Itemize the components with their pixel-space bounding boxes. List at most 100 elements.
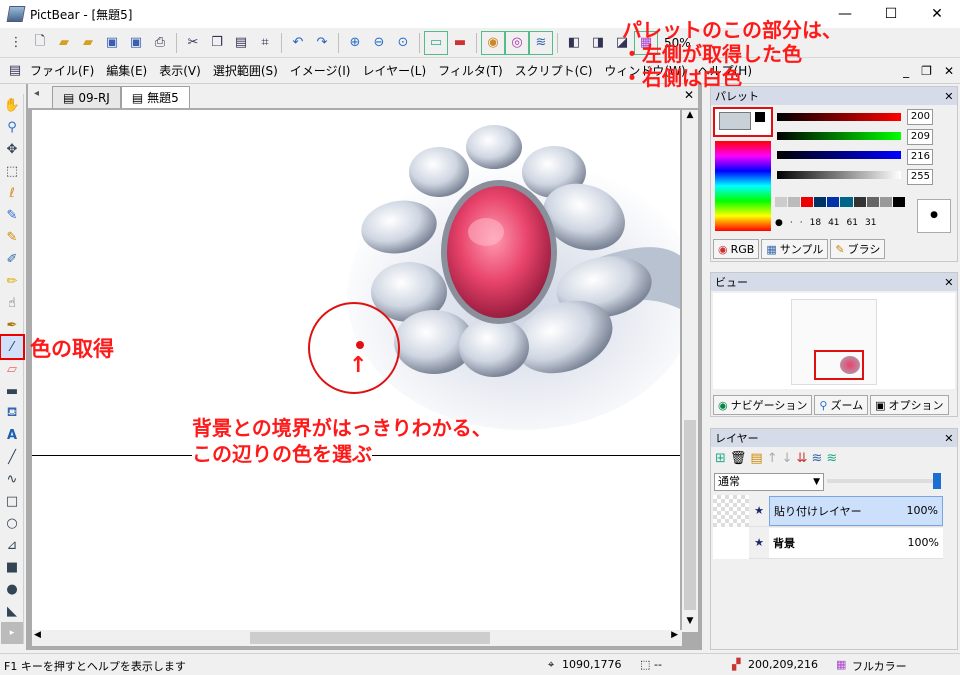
open-folder-icon[interactable]: ▰ xyxy=(77,32,99,54)
tab-navigation[interactable]: ◉ ナビゲーション xyxy=(713,395,813,415)
tab-scroll-left-icon[interactable]: ◂ xyxy=(34,88,39,99)
alpha-value[interactable]: 255 xyxy=(907,169,933,185)
horizontal-scrollbar[interactable]: ◀ ▶ xyxy=(32,630,682,646)
filled-rect-tool-icon[interactable]: ■ xyxy=(1,556,23,578)
menu-selection[interactable]: 選択範囲(S) xyxy=(207,62,284,79)
rectangle-tool-icon[interactable]: □ xyxy=(1,490,23,512)
rect-select-tool-icon[interactable]: ⬚ xyxy=(1,160,23,182)
color-swatch-area[interactable] xyxy=(713,107,773,137)
paste-icon[interactable]: ▤ xyxy=(230,32,252,54)
tab-options[interactable]: ▣ オプション xyxy=(870,395,949,415)
navigator-view[interactable] xyxy=(713,293,955,389)
eyedropper-tool-icon[interactable]: ⁄ xyxy=(0,334,25,360)
layer-row-background[interactable]: ★ 背景 100% xyxy=(713,526,943,559)
panel-close-icon[interactable]: ✕ xyxy=(944,276,957,289)
opacity-slider[interactable] xyxy=(827,479,933,483)
brush-size-presets[interactable]: ● · · 18 41 61 31 xyxy=(775,215,911,231)
black-swatch[interactable] xyxy=(755,112,765,122)
text-tool-icon[interactable]: A xyxy=(1,424,23,446)
color-presets[interactable] xyxy=(775,197,905,207)
canvas[interactable]: ↑ 背景との境界がはっきりわかる、 xyxy=(32,110,680,455)
crop-icon[interactable]: ⌗ xyxy=(254,32,276,54)
pencil-tool-icon[interactable]: ✏ xyxy=(1,270,23,292)
zoom-actual-icon[interactable]: ⊙ xyxy=(392,32,414,54)
open-file-icon[interactable]: ▰ xyxy=(53,32,75,54)
fill-tool-icon[interactable]: ⛾ xyxy=(1,402,23,424)
panel-close-icon[interactable]: ✕ xyxy=(944,432,957,445)
hue-picker[interactable] xyxy=(715,141,771,231)
filled-ellipse-tool-icon[interactable]: ● xyxy=(1,578,23,600)
grayscale-icon[interactable]: ◨ xyxy=(587,32,609,54)
image-view-icon[interactable]: ▭ xyxy=(424,30,448,55)
undo-icon[interactable]: ↶ xyxy=(287,32,309,54)
menu-filter[interactable]: フィルタ(T) xyxy=(432,62,508,79)
eraser-tool-icon[interactable]: ▱ xyxy=(1,358,23,380)
image-edit-icon[interactable]: ▬ xyxy=(449,32,471,54)
lasso-tool-icon[interactable]: ℓ xyxy=(1,182,23,204)
toolbox-expand-icon[interactable]: ▸ xyxy=(1,622,23,644)
merge-down-icon[interactable]: ⇊ xyxy=(797,451,808,466)
brush-tool-icon[interactable]: ✎ xyxy=(1,226,23,248)
alpha-slider[interactable] xyxy=(777,171,901,179)
line-tool-icon[interactable]: ╱ xyxy=(1,446,23,468)
hand-tool-icon[interactable]: ✋ xyxy=(1,94,23,116)
smudge-tool-icon[interactable]: ☝ xyxy=(1,292,23,314)
maximize-button[interactable]: ☐ xyxy=(868,0,914,28)
move-tool-icon[interactable]: ✥ xyxy=(1,138,23,160)
save-icon[interactable]: ▣ xyxy=(101,32,123,54)
pen-tool-icon[interactable]: ✎ xyxy=(1,204,23,226)
tab-untitled5[interactable]: ▤ 無題5 xyxy=(120,86,190,108)
opacity-slider-thumb[interactable] xyxy=(933,473,941,489)
menu-script[interactable]: スクリプト(C) xyxy=(509,62,599,79)
blend-mode-select[interactable]: 通常 ▼ xyxy=(714,473,824,491)
tab-zoom[interactable]: ⚲ ズーム xyxy=(814,395,869,415)
cut-icon[interactable]: ✂ xyxy=(182,32,204,54)
tab-sample[interactable]: ▦ サンプル xyxy=(761,239,829,259)
mask-icon[interactable]: ◧ xyxy=(563,32,585,54)
layer-properties-icon[interactable]: ▤ xyxy=(750,451,762,466)
polygon-tool-icon[interactable]: ⊿ xyxy=(1,534,23,556)
doc-close-button[interactable]: ✕ xyxy=(938,64,960,78)
layer-up-icon[interactable]: ↑ xyxy=(767,451,778,466)
curve-tool-icon[interactable]: ∿ xyxy=(1,468,23,490)
doc-restore-button[interactable]: ❐ xyxy=(915,64,938,78)
palette-panel-icon[interactable]: ◉ xyxy=(481,30,505,55)
stamp-tool-icon[interactable]: ✒ xyxy=(1,314,23,336)
redo-icon[interactable]: ↷ xyxy=(311,32,333,54)
tab-09-rj[interactable]: ▤ 09-RJ xyxy=(52,86,121,108)
gradient-tool-icon[interactable]: ▬ xyxy=(1,380,23,402)
green-slider[interactable] xyxy=(777,132,901,140)
navigator-panel-icon[interactable]: ◎ xyxy=(505,30,529,55)
close-button[interactable]: ✕ xyxy=(914,0,960,28)
filled-polygon-tool-icon[interactable]: ◣ xyxy=(1,600,23,622)
visibility-star-icon[interactable]: ★ xyxy=(749,504,769,517)
menu-image[interactable]: イメージ(I) xyxy=(284,62,357,79)
panel-close-icon[interactable]: ✕ xyxy=(944,90,957,103)
tab-brush[interactable]: ✎ ブラシ xyxy=(830,239,886,259)
flatten-icon[interactable]: ≋ xyxy=(826,451,837,466)
blue-slider[interactable] xyxy=(777,151,901,159)
save-all-icon[interactable]: ▣ xyxy=(125,32,147,54)
delete-layer-icon[interactable]: 🗑 xyxy=(730,451,747,466)
green-value[interactable]: 209 xyxy=(907,129,933,145)
copy-icon[interactable]: ❐ xyxy=(206,32,228,54)
tab-close-icon[interactable]: ✕ xyxy=(684,88,694,102)
layers-panel-icon[interactable]: ≋ xyxy=(529,30,553,55)
red-value[interactable]: 200 xyxy=(907,109,933,125)
zoom-tool-icon[interactable]: ⚲ xyxy=(1,116,23,138)
menu-layer[interactable]: レイヤー(L) xyxy=(356,62,432,79)
vertical-scrollbar[interactable]: ▲ ▼ xyxy=(682,110,698,632)
menu-view[interactable]: 表示(V) xyxy=(153,62,207,79)
tab-rgb[interactable]: ◉ RGB xyxy=(713,239,760,259)
merge-visible-icon[interactable]: ≋ xyxy=(811,451,822,466)
menu-file[interactable]: ファイル(F) xyxy=(24,62,100,79)
zoom-out-icon[interactable]: ⊖ xyxy=(368,32,390,54)
red-slider[interactable] xyxy=(777,113,901,121)
airbrush-tool-icon[interactable]: ✐ xyxy=(1,248,23,270)
layer-row-paste[interactable]: ★ 貼り付けレイヤー 100% xyxy=(713,494,943,527)
doc-minimize-button[interactable]: _ xyxy=(897,64,915,78)
foreground-color-swatch[interactable] xyxy=(719,112,751,130)
blue-value[interactable]: 216 xyxy=(907,149,933,165)
zoom-in-icon[interactable]: ⊕ xyxy=(344,32,366,54)
ellipse-tool-icon[interactable]: ○ xyxy=(1,512,23,534)
